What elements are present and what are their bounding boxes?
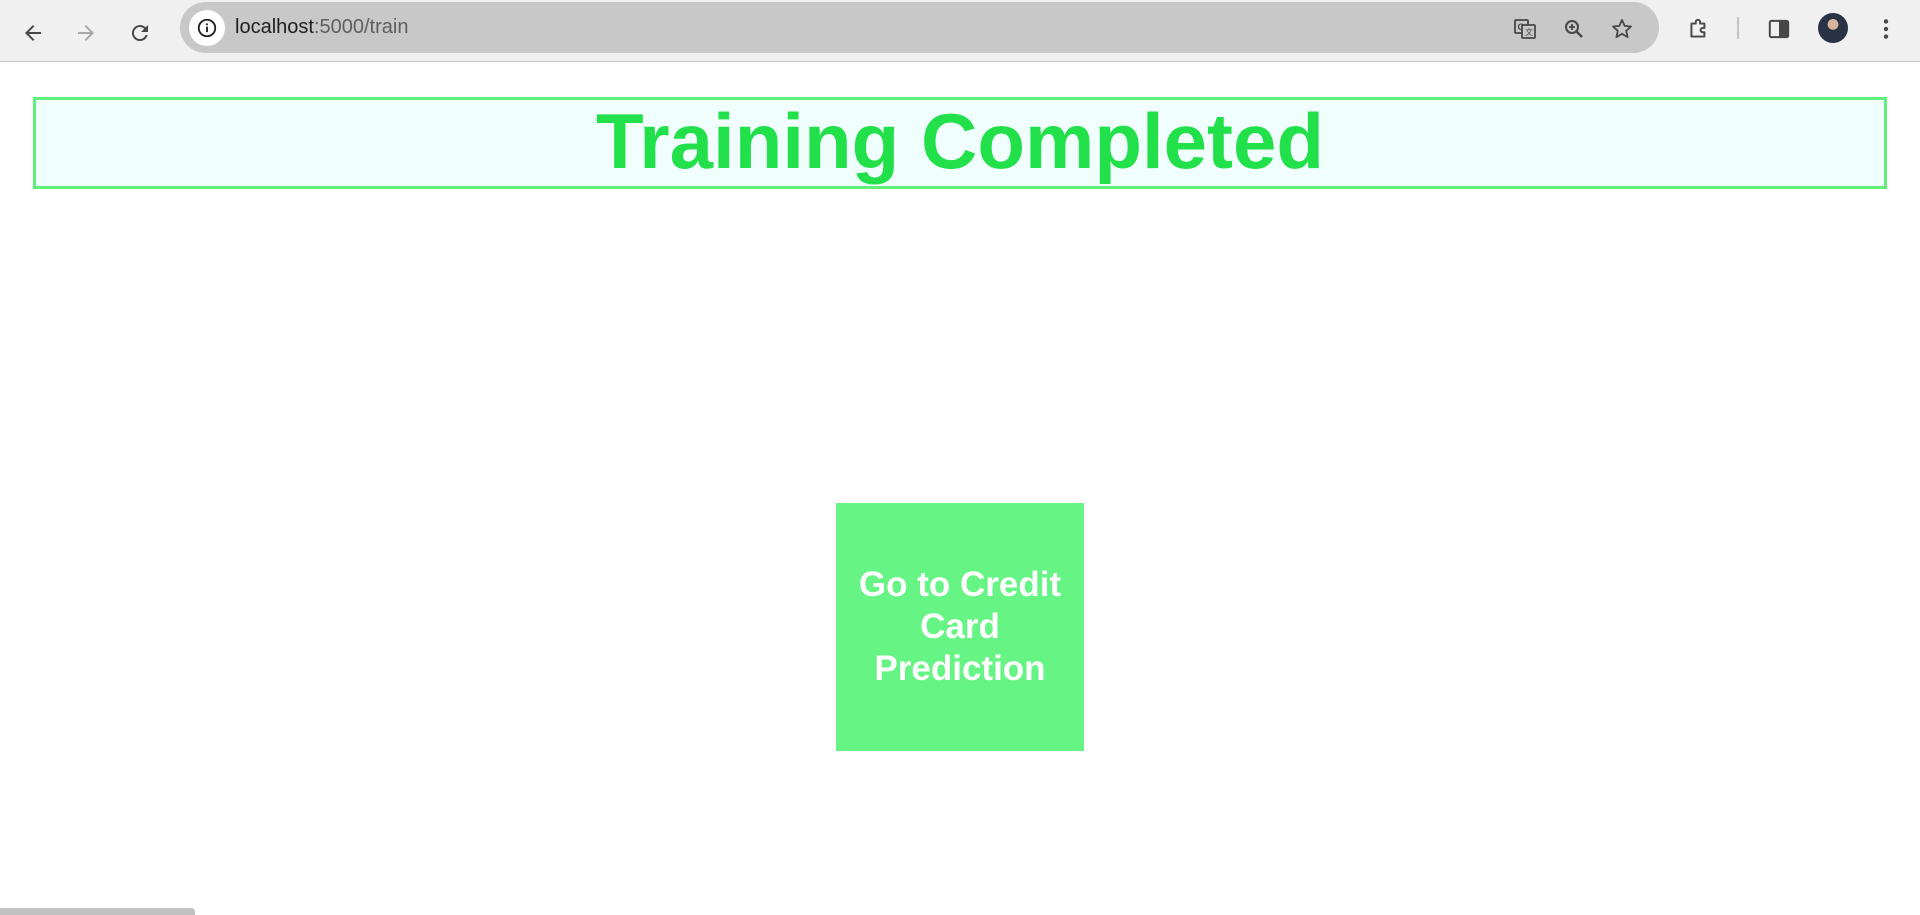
zoom-icon <box>1565 20 1583 38</box>
extensions-button[interactable] <box>1683 13 1715 45</box>
arrow-right-icon <box>78 25 94 41</box>
toolbar-divider <box>1737 17 1739 39</box>
horizontal-scrollbar[interactable] <box>0 908 195 915</box>
reload-icon <box>131 25 148 42</box>
site-info-button[interactable] <box>189 10 225 46</box>
go-to-prediction-button[interactable]: Go to Credit Card Prediction <box>836 503 1084 751</box>
info-icon <box>197 18 217 38</box>
translate-button[interactable]: G文 <box>1511 15 1539 43</box>
reload-button[interactable] <box>118 11 162 55</box>
forward-button[interactable] <box>64 11 108 55</box>
browser-toolbar: localhost:5000/train G文 <box>0 0 1920 62</box>
side-panel-button[interactable] <box>1763 13 1795 45</box>
svg-text:文: 文 <box>1525 27 1533 37</box>
url-path: :5000/train <box>313 16 409 38</box>
kebab-menu-icon <box>1883 19 1889 39</box>
url-host: localhost <box>235 16 314 38</box>
arrow-left-icon <box>25 25 41 41</box>
page-title: Training Completed <box>595 97 1325 185</box>
back-button[interactable] <box>11 11 55 55</box>
translate-icon: G文 <box>1514 19 1536 39</box>
url-text[interactable]: localhost:5000/train <box>235 16 408 39</box>
avatar[interactable] <box>1818 13 1848 43</box>
puzzle-icon <box>1690 18 1706 38</box>
menu-button[interactable] <box>1870 13 1902 45</box>
bookmark-button[interactable] <box>1608 15 1636 43</box>
star-icon <box>1612 19 1632 38</box>
heading-banner: Training Completed <box>33 97 1887 189</box>
side-panel-icon <box>1768 19 1790 39</box>
zoom-button[interactable] <box>1560 15 1588 43</box>
address-bar[interactable]: localhost:5000/train G文 <box>180 2 1659 53</box>
